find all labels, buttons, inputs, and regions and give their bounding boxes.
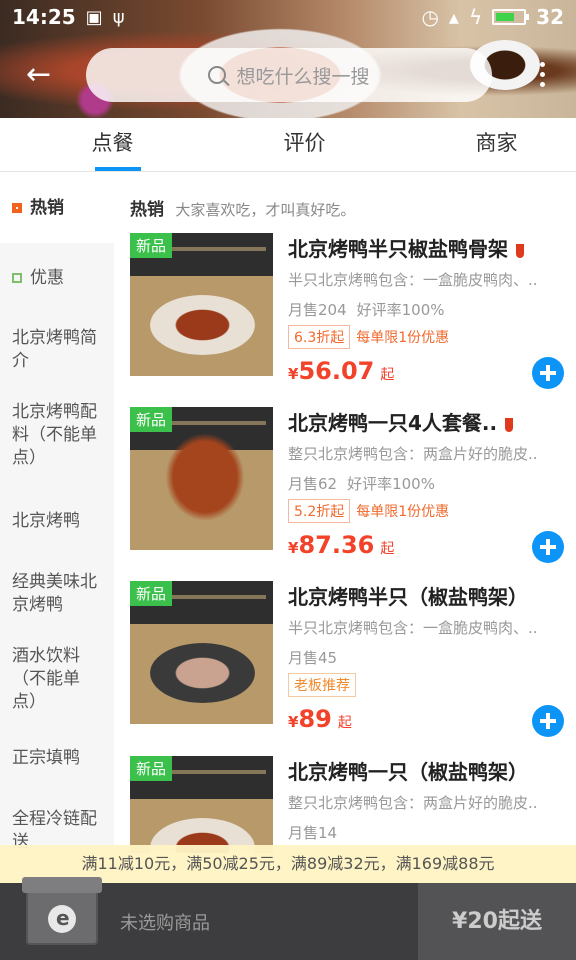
alarm-icon: ◷ [421,5,439,29]
section-subtitle: 大家喜欢吃，才叫真好吃。 [175,201,356,219]
sidebar-item-stuffed-duck[interactable]: 正宗填鸭 [0,729,114,787]
sidebar-item-label: 北京烤鸭配料（不能单点） [12,401,97,468]
section-title: 热销 [130,200,164,220]
shop-tabs: 点餐 评价 商家 [0,118,576,172]
tab-merchant[interactable]: 商家 [417,118,576,171]
dish-name: 北京烤鸭半只（椒盐鸭架） [288,585,528,609]
chili-icon [516,243,524,258]
dish-image[interactable]: 新品 [130,233,273,376]
new-badge: 新品 [130,756,173,781]
sidebar-item-drinks[interactable]: 酒水饮料（不能单点） [0,629,114,729]
search-placeholder: 想吃什么搜一搜 [236,65,370,88]
sidebar-item-label: 北京烤鸭 [12,510,80,531]
dish-stats: 月售204 好评率100% [288,301,445,319]
sidebar-item-label: 优惠 [30,267,64,288]
sidebar-item-hot[interactable]: 热销 [0,173,114,243]
dish-price: ¥89 起 [288,705,352,733]
sidebar-item-roast-duck[interactable]: 北京烤鸭 [0,483,114,559]
menu-list: 热销 大家喜欢吃，才叫真好吃。 新品 北京烤鸭半只椒盐鸭骨架 半只北京烤鸭包含：… [114,173,576,853]
sidebar-item-label: 酒水饮料（不能单点） [12,645,80,712]
dish-image[interactable]: 新品 [130,756,273,853]
cart-empty-text: 未选购商品 [120,913,210,934]
sidebar-item-classic[interactable]: 经典美味北京烤鸭 [0,559,114,629]
dish-name: 北京烤鸭一只（椒盐鸭架） [288,760,528,784]
new-badge: 新品 [130,581,173,606]
sidebar-item-label: 北京烤鸭简介 [12,328,97,371]
dish-price: ¥87.36 起 [288,531,395,559]
search-icon [208,66,227,84]
back-arrow-icon[interactable]: ← [26,58,60,92]
status-bar: 14:25 ▣ ψ ◷ ▴ ϟ 32 [0,0,576,34]
boss-recommend-badge: 老板推荐 [288,673,356,697]
dish-name: 北京烤鸭一只4人套餐.. [288,407,514,436]
menu-item[interactable]: 新品 北京烤鸭半只椒盐鸭骨架 半只北京烤鸭包含：一盒脆皮鸭肉、.. 月售204 好… [130,233,564,398]
more-menu-icon[interactable] [536,62,548,92]
cart-icon[interactable] [22,877,102,945]
category-sidebar: 热销 优惠 北京烤鸭简介 北京烤鸭配料（不能单点） 北京烤鸭 经典美味北京烤鸭 … [0,173,114,853]
sidebar-item-label: 热销 [30,197,64,218]
search-bar[interactable]: 想吃什么搜一搜 [86,48,492,102]
menu-item[interactable]: 新品 北京烤鸭一只4人套餐.. 整只北京烤鸭包含：两盒片好的脆皮.. 月售62 好… [130,407,564,572]
dish-description: 整只北京烤鸭包含：两盒片好的脆皮.. [288,794,538,812]
dish-description: 半只北京烤鸭包含：一盒脆皮鸭肉、.. [288,271,538,289]
add-to-cart-icon[interactable] [532,531,564,563]
image-notification-icon: ▣ [85,6,103,28]
dish-stats: 月售14 [288,824,338,842]
menu-item[interactable]: 新品 北京烤鸭一只（椒盐鸭架） 整只北京烤鸭包含：两盒片好的脆皮.. 月售14 [130,756,560,853]
section-header: 热销 大家喜欢吃，才叫真好吃。 [130,195,355,220]
battery-level: 32 [536,5,564,29]
tab-reviews[interactable]: 评价 [225,118,384,171]
charging-icon: ϟ [468,5,483,29]
dish-image[interactable]: 新品 [130,407,273,550]
menu-item[interactable]: 新品 北京烤鸭半只（椒盐鸭架） 半只北京烤鸭包含：一盒脆皮鸭肉、.. 月售45 … [130,581,564,746]
sidebar-item-label: 经典美味北京烤鸭 [12,572,97,615]
tab-order[interactable]: 点餐 [33,118,192,171]
dish-description: 整只北京烤鸭包含：两盒片好的脆皮.. [288,445,538,463]
dish-stats: 月售45 [288,649,338,667]
battery-icon [492,9,530,25]
status-time: 14:25 [12,5,76,29]
dish-name: 北京烤鸭半只椒盐鸭骨架 [288,233,524,262]
min-order-button[interactable]: ¥20起送 [418,883,576,960]
signal-icon: ▴ [448,5,459,29]
add-to-cart-icon[interactable] [532,705,564,737]
new-badge: 新品 [130,233,173,258]
deal-icon [12,273,22,283]
dish-description: 半只北京烤鸭包含：一盒脆皮鸭肉、.. [288,619,538,637]
dish-image[interactable]: 新品 [130,581,273,724]
dish-price: ¥56.07 起 [288,357,395,385]
usb-icon: ψ [112,6,125,28]
dish-promo: 6.3折起 每单限1份优惠 [288,325,449,349]
sidebar-item-intro[interactable]: 北京烤鸭简介 [0,313,114,387]
new-badge: 新品 [130,407,173,432]
chili-icon [505,417,514,432]
dish-stats: 月售62 好评率100% [288,475,435,493]
sidebar-item-label: 正宗填鸭 [12,747,80,768]
sidebar-item-condiments[interactable]: 北京烤鸭配料（不能单点） [0,387,114,483]
add-to-cart-icon[interactable] [532,357,564,389]
dish-promo: 老板推荐 [288,673,356,697]
hot-icon [12,203,22,213]
sidebar-item-deals[interactable]: 优惠 [0,243,114,313]
dish-promo: 5.2折起 每单限1份优惠 [288,499,449,523]
